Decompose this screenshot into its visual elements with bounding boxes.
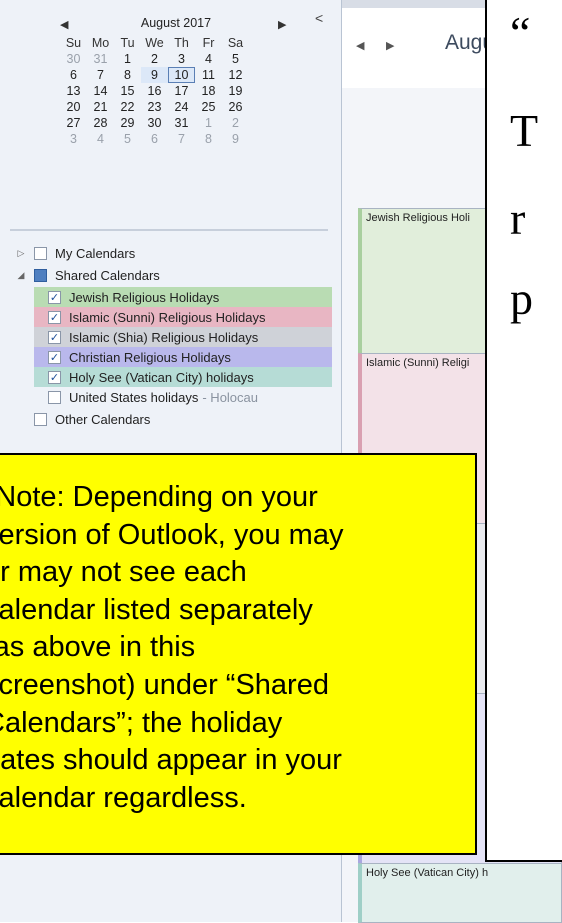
date-cell[interactable]: 10 (168, 67, 195, 83)
date-cell[interactable]: 3 (60, 131, 87, 147)
date-cell[interactable]: 8 (195, 131, 222, 147)
other-calendars-group[interactable]: Other Calendars (0, 408, 150, 430)
calendar-checkbox[interactable]: ✓ (48, 350, 61, 364)
calendar-column[interactable]: Holy See (Vatican City) h (358, 863, 562, 923)
shared-calendar-item[interactable]: ✓ Islamic (Sunni) Religious Holidays (34, 307, 332, 327)
weekday-header: Fr (202, 36, 215, 50)
date-cell[interactable]: 22 (114, 99, 141, 115)
calendar-checkbox[interactable]: ✓ (48, 330, 61, 344)
shared-calendar-label: Christian Religious Holidays (69, 349, 231, 365)
date-cell[interactable]: 31 (87, 51, 114, 67)
my-calendars-group[interactable]: ▷ My Calendars (0, 242, 136, 264)
date-cell[interactable]: 25 (195, 99, 222, 115)
date-cell[interactable]: 17 (168, 83, 195, 99)
date-cell[interactable]: 1 (195, 115, 222, 131)
date-cell[interactable]: 2 (222, 115, 249, 131)
date-cell[interactable]: 4 (195, 51, 222, 67)
yellow-note-box: *Note: Depending on your version of Outl… (0, 453, 477, 855)
calendar-checkbox[interactable]: ✓ (48, 290, 61, 304)
pane-divider (10, 229, 328, 231)
date-cell[interactable]: 14 (87, 83, 114, 99)
date-cell[interactable]: 12 (222, 67, 249, 83)
weekday-header: Mo (91, 36, 110, 50)
calendar-checkbox[interactable] (48, 390, 61, 404)
date-cell[interactable]: 26 (222, 99, 249, 115)
date-cell[interactable]: 7 (87, 67, 114, 83)
view-next-button[interactable]: ▶ (386, 39, 394, 52)
view-previous-button[interactable]: ◀ (356, 39, 364, 52)
other-calendars-checkbox[interactable] (34, 412, 47, 426)
weekday-header: Sa (227, 36, 244, 50)
date-cell[interactable]: 30 (141, 115, 168, 131)
other-calendars-label: Other Calendars (55, 411, 151, 427)
slide-text-line: “ (510, 7, 531, 58)
date-cell[interactable]: 7 (168, 131, 195, 147)
date-cell[interactable]: 5 (222, 51, 249, 67)
slide-text-line: p (510, 273, 533, 324)
shared-calendar-label: Islamic (Shia) Religious Holidays (69, 329, 259, 345)
date-cell[interactable]: 28 (87, 115, 114, 131)
shared-calendar-label: Jewish Religious Holidays (69, 289, 220, 305)
date-cell[interactable]: 9 (141, 67, 168, 83)
weekday-header: Su (65, 36, 82, 50)
shared-calendar-label: United States holidays (69, 389, 199, 405)
shared-calendar-item[interactable]: ✓ Islamic (Shia) Religious Holidays (34, 327, 332, 347)
date-cell[interactable]: 2 (141, 51, 168, 67)
date-cell[interactable]: 11 (195, 67, 222, 83)
collapse-pane-button[interactable]: < (315, 10, 323, 26)
expand-icon[interactable]: ▷ (14, 248, 28, 259)
date-cell[interactable]: 30 (60, 51, 87, 67)
weekday-header: Th (174, 36, 189, 50)
shared-calendars-label: Shared Calendars (55, 267, 160, 283)
shared-calendar-item[interactable]: ✓ Holy See (Vatican City) holidays (34, 367, 332, 387)
weekday-header: Tu (120, 36, 135, 50)
date-navigator-grid: Su Mo Tu We Th Fr Sa 30 31 1 2 3 4 5 6 7 8 9 10 11 12 13 14 15 1… (60, 35, 300, 147)
calendar-checkbox[interactable]: ✓ (48, 370, 61, 384)
date-navigator: ◀ August 2017 ▶ Su Mo Tu We Th Fr Sa 30 31 1 2 3 4 5 6… (60, 16, 300, 147)
date-cell[interactable]: 15 (114, 83, 141, 99)
shared-calendar-item[interactable]: ✓ Jewish Religious Holidays (34, 287, 332, 307)
date-cell[interactable]: 9 (222, 131, 249, 147)
slide-text-line: r (510, 193, 526, 244)
shared-calendar-label: Holy See (Vatican City) holidays (69, 369, 254, 385)
date-cell[interactable]: 8 (114, 67, 141, 83)
my-calendars-label: My Calendars (55, 245, 136, 261)
shared-calendar-item[interactable]: United States holidays - Holocau (34, 387, 332, 407)
collapse-icon[interactable]: ◢ (14, 270, 28, 281)
shared-calendar-label: Islamic (Sunni) Religious Holidays (69, 309, 266, 325)
note-text: *Note: Depending on your version of Outl… (0, 481, 344, 814)
my-calendars-checkbox[interactable] (34, 246, 47, 260)
weekday-header: We (145, 36, 164, 50)
date-cell[interactable]: 4 (87, 131, 114, 147)
date-navigator-month: August 2017 (140, 16, 212, 30)
shared-calendar-item[interactable]: ✓ Christian Religious Holidays (34, 347, 332, 367)
date-cell[interactable]: 31 (168, 115, 195, 131)
date-navigator-header: ◀ August 2017 ▶ (60, 16, 300, 34)
date-cell[interactable]: 24 (168, 99, 195, 115)
date-cell[interactable]: 18 (195, 83, 222, 99)
calendar-checkbox[interactable]: ✓ (48, 310, 61, 324)
shared-calendars-group[interactable]: ◢ Shared Calendars (0, 264, 160, 286)
date-cell[interactable]: 1 (114, 51, 141, 67)
date-cell[interactable]: 23 (141, 99, 168, 115)
shared-calendar-suffix: - Holocau (202, 389, 258, 405)
next-month-button[interactable]: ▶ (278, 18, 286, 31)
date-cell[interactable]: 20 (60, 99, 87, 115)
date-cell[interactable]: 21 (87, 99, 114, 115)
date-cell[interactable]: 29 (114, 115, 141, 131)
date-cell[interactable]: 3 (168, 51, 195, 67)
date-cell[interactable]: 16 (141, 83, 168, 99)
date-cell[interactable]: 27 (60, 115, 87, 131)
date-cell[interactable]: 6 (141, 131, 168, 147)
slide-text-line: T (510, 105, 539, 156)
date-cell[interactable]: 13 (60, 83, 87, 99)
date-cell[interactable]: 19 (222, 83, 249, 99)
calendar-column-label: Holy See (Vatican City) h (366, 867, 489, 879)
slide-text-card: “ T r p (485, 0, 562, 862)
date-cell[interactable]: 6 (60, 67, 87, 83)
shared-calendars-checkbox[interactable] (34, 268, 47, 282)
date-cell[interactable]: 5 (114, 131, 141, 147)
